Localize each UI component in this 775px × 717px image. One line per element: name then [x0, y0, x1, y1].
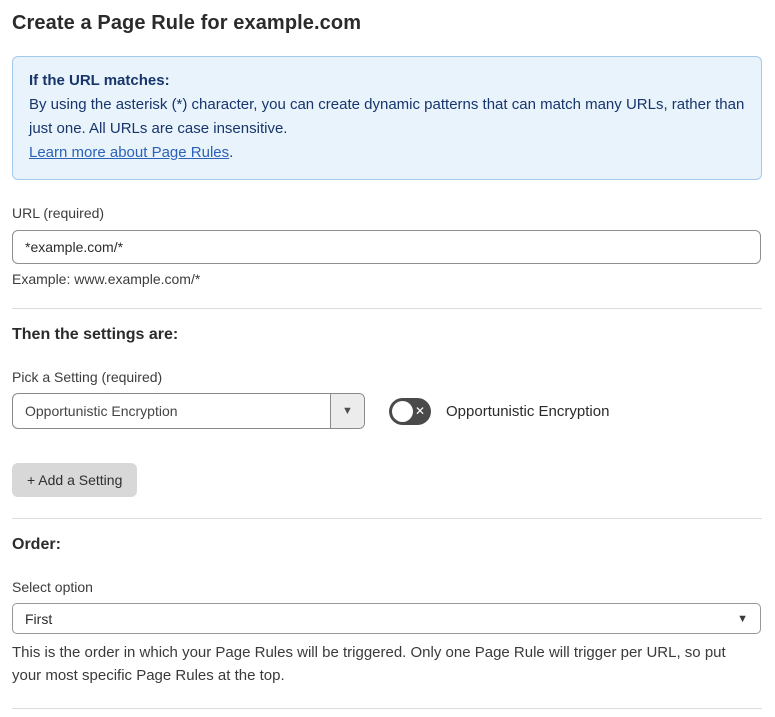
divider — [12, 308, 762, 309]
order-select-label: Select option — [12, 579, 93, 595]
info-box-link-line: Learn more about Page Rules. — [29, 141, 745, 165]
pick-setting-label: Pick a Setting (required) — [12, 369, 163, 385]
opportunistic-encryption-toggle[interactable]: ✕ — [389, 397, 431, 425]
info-box-body: By using the asterisk (*) character, you… — [29, 96, 745, 137]
toggle-label: Opportunistic Encryption — [446, 402, 610, 420]
url-example-helper: Example: www.example.com/* — [12, 271, 201, 287]
order-select-value: First — [25, 610, 53, 627]
url-input[interactable] — [12, 230, 761, 264]
chevron-down-icon: ▼ — [342, 405, 353, 417]
url-field-label: URL (required) — [12, 205, 105, 221]
setting-select-caret-button[interactable]: ▼ — [330, 394, 364, 428]
page-title: Create a Page Rule for example.com — [12, 12, 362, 34]
setting-select[interactable]: Opportunistic Encryption ▼ — [12, 393, 365, 429]
order-helper-text: This is the order in which your Page Rul… — [12, 644, 726, 684]
add-setting-button[interactable]: + Add a Setting — [12, 463, 138, 497]
setting-select-value: Opportunistic Encryption — [25, 403, 178, 419]
chevron-down-icon: ▼ — [737, 612, 748, 625]
info-box-heading: If the URL matches: — [29, 72, 170, 89]
learn-more-link[interactable]: Learn more about Page Rules — [29, 144, 229, 161]
link-suffix: . — [229, 144, 234, 161]
order-select[interactable]: First ▼ — [12, 603, 761, 634]
setting-row: Opportunistic Encryption ▼ ✕ Opportunist… — [12, 393, 762, 429]
order-section-heading: Order: — [12, 536, 61, 553]
url-matches-info-box: If the URL matches: By using the asteris… — [12, 56, 762, 180]
divider — [12, 518, 762, 519]
divider — [12, 708, 762, 709]
toggle-knob — [392, 400, 413, 422]
x-icon: ✕ — [414, 404, 425, 418]
settings-section-heading: Then the settings are: — [12, 326, 179, 343]
create-page-rule-panel: Create a Page Rule for example.com If th… — [0, 0, 775, 717]
